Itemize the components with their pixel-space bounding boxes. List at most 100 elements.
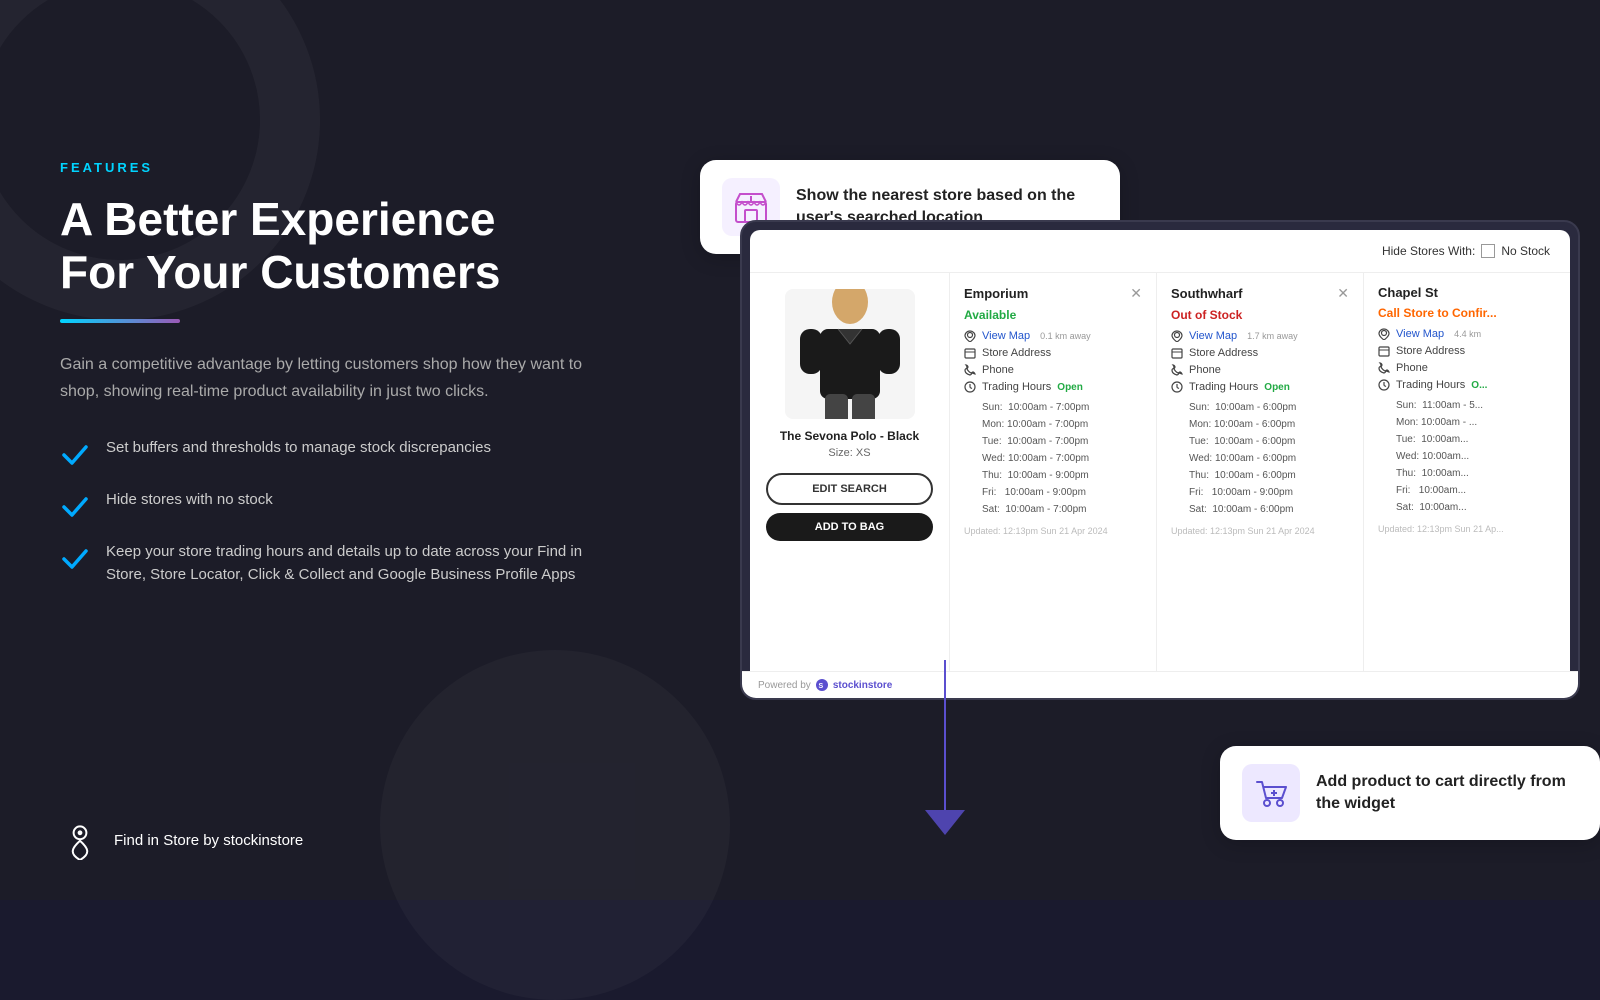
clock-icon-emporium: [964, 381, 976, 393]
close-southwharf-button[interactable]: ✕: [1337, 285, 1349, 302]
widget-footer: Powered by S stockinstore: [750, 671, 1570, 690]
feature-list: Set buffers and thresholds to manage sto…: [60, 437, 620, 586]
store-col-chapelst: Chapel St Call Store to Confir... View M…: [1364, 273, 1570, 690]
product-name: The Sevona Polo - Black: [780, 429, 919, 443]
no-stock-label: No Stock: [1501, 244, 1550, 258]
viewmap-label-sw: View Map: [1189, 330, 1237, 342]
divider-line: [60, 319, 180, 323]
edit-search-button[interactable]: EDIT SEARCH: [766, 473, 933, 505]
map-pin-icon-emporium: [964, 330, 976, 342]
powered-by-brand: stockinstore: [833, 680, 892, 691]
hours-chapelst: Sun: 11:00am - 5... Mon: 10:00am - ... T…: [1396, 397, 1556, 516]
trading-hours-row-southwharf: Trading Hours Open: [1171, 381, 1349, 393]
open-badge-southwharf: Open: [1264, 382, 1290, 393]
feature-text-1: Set buffers and thresholds to manage sto…: [106, 437, 491, 460]
map-pin-icon-chapelst: [1378, 328, 1390, 340]
stockinstore-logo-icon: S: [815, 678, 829, 690]
address-label-sw: Store Address: [1189, 347, 1258, 359]
product-person-svg: [790, 289, 910, 419]
cart-icon-box: [1242, 764, 1300, 822]
store-status-chapelst: Call Store to Confir...: [1378, 306, 1556, 320]
no-stock-checkbox[interactable]: [1481, 244, 1495, 258]
store-col-emporium: Emporium ✕ Available View Map 0.1 km awa…: [950, 273, 1157, 690]
store-address-row-emporium[interactable]: Store Address: [964, 347, 1142, 359]
store-phone-row-southwharf[interactable]: Phone: [1171, 364, 1349, 376]
store-col-southwharf: Southwharf ✕ Out of Stock View Map 1.7 k…: [1157, 273, 1364, 690]
clock-icon-cs: [1378, 379, 1390, 391]
feature-item-2: Hide stores with no stock: [60, 489, 620, 521]
building-icon-sw: [1171, 347, 1183, 359]
phone-label: Phone: [982, 364, 1014, 376]
clock-icon-sw: [1171, 381, 1183, 393]
address-label: Store Address: [982, 347, 1051, 359]
heading-line2: For Your Customers: [60, 246, 500, 298]
viewmap-label-cs: View Map: [1396, 328, 1444, 340]
feature-item-3: Keep your store trading hours and detail…: [60, 541, 620, 586]
phone-label-sw: Phone: [1189, 364, 1221, 376]
widget-body: The Sevona Polo - Black Size: XS EDIT SE…: [750, 273, 1570, 690]
phone-icon-emporium: [964, 364, 976, 376]
phone-icon-cs: [1378, 362, 1390, 374]
product-size: Size: XS: [828, 447, 870, 459]
widget-container: Hide Stores With: No Stock: [750, 230, 1570, 690]
product-image: [785, 289, 915, 419]
location-pin-icon: [60, 820, 100, 860]
powered-by-label: Powered by: [758, 680, 811, 691]
bottom-brand: Find in Store by stockinstore: [60, 820, 303, 860]
features-label: FEATURES: [60, 160, 620, 175]
store-status-emporium: Available: [964, 308, 1142, 322]
hours-southwharf: Sun: 10:00am - 6:00pm Mon: 10:00am - 6:0…: [1189, 399, 1349, 518]
distance-southwharf: 1.7 km away: [1247, 331, 1298, 341]
check-icon-2: [60, 491, 90, 521]
check-icon-3: [60, 543, 90, 573]
store-phone-row-chapelst[interactable]: Phone: [1378, 362, 1556, 374]
callout-bottom-text: Add product to cart directly from the wi…: [1316, 771, 1578, 816]
store-phone-row-emporium[interactable]: Phone: [964, 364, 1142, 376]
connector-bottom-svg: [885, 660, 1005, 840]
distance-emporium: 0.1 km away: [1040, 331, 1091, 341]
store-status-southwharf: Out of Stock: [1171, 308, 1349, 322]
open-badge-emporium: Open: [1057, 382, 1083, 393]
feature-text-2: Hide stores with no stock: [106, 489, 273, 512]
deco-circle-bottom-right: [380, 650, 730, 1000]
close-emporium-button[interactable]: ✕: [1130, 285, 1142, 302]
updated-southwharf: Updated: 12:13pm Sun 21 Apr 2024: [1171, 526, 1349, 536]
store-name-emporium: Emporium: [964, 286, 1028, 301]
check-icon-1: [60, 439, 90, 469]
browser-frame: Hide Stores With: No Stock: [740, 220, 1580, 700]
widget-header: Hide Stores With: No Stock: [750, 230, 1570, 273]
store-viewmap-chapelst[interactable]: View Map 4.4 km: [1378, 328, 1556, 340]
updated-emporium: Updated: 12:13pm Sun 21 Apr 2024: [964, 526, 1142, 536]
hide-stores-label: Hide Stores With:: [1382, 244, 1475, 258]
building-icon-cs: [1378, 345, 1390, 357]
product-section: The Sevona Polo - Black Size: XS EDIT SE…: [750, 273, 950, 690]
phone-icon-sw: [1171, 364, 1183, 376]
building-icon-emporium: [964, 347, 976, 359]
address-label-cs: Store Address: [1396, 345, 1465, 357]
hide-stores-control: Hide Stores With: No Stock: [1382, 244, 1550, 258]
store-address-row-chapelst[interactable]: Store Address: [1378, 345, 1556, 357]
add-to-bag-button[interactable]: ADD TO BAG: [766, 513, 933, 541]
brand-text: Find in Store by stockinstore: [114, 832, 303, 849]
svg-text:S: S: [818, 683, 823, 690]
trading-hours-row-emporium: Trading Hours Open: [964, 381, 1142, 393]
feature-item-1: Set buffers and thresholds to manage sto…: [60, 437, 620, 469]
map-pin-icon-southwharf: [1171, 330, 1183, 342]
store-address-row-southwharf[interactable]: Store Address: [1171, 347, 1349, 359]
cart-icon: [1252, 774, 1290, 812]
open-badge-cs: O...: [1471, 380, 1487, 391]
store-viewmap-southwharf[interactable]: View Map 1.7 km away: [1171, 330, 1349, 342]
trading-hours-row-chapelst: Trading Hours O...: [1378, 379, 1556, 391]
store-name-southwharf: Southwharf: [1171, 286, 1243, 301]
store-header-emporium: Emporium ✕: [964, 285, 1142, 302]
store-header-chapelst: Chapel St: [1378, 285, 1556, 300]
feature-text-3: Keep your store trading hours and detail…: [106, 541, 620, 586]
updated-chapelst: Updated: 12:13pm Sun 21 Ap...: [1378, 524, 1556, 534]
distance-chapelst: 4.4 km: [1454, 329, 1481, 339]
left-panel: FEATURES A Better Experience For Your Cu…: [60, 160, 620, 586]
stores-section: Emporium ✕ Available View Map 0.1 km awa…: [950, 273, 1570, 690]
main-heading: A Better Experience For Your Customers: [60, 193, 620, 299]
store-viewmap-emporium[interactable]: View Map 0.1 km away: [964, 330, 1142, 342]
hours-emporium: Sun: 10:00am - 7:00pm Mon: 10:00am - 7:0…: [982, 399, 1142, 518]
callout-bottom: Add product to cart directly from the wi…: [1220, 746, 1600, 840]
